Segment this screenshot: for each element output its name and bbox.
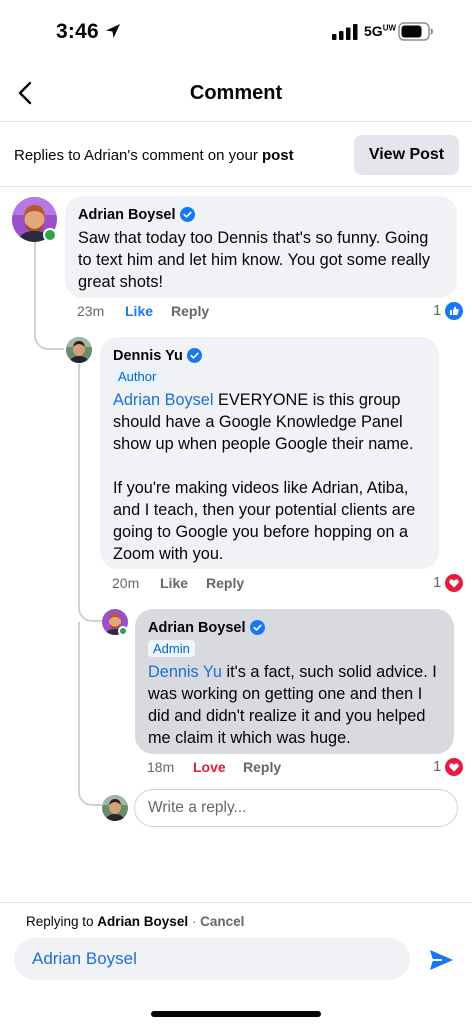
post-link[interactable]: post: [262, 147, 294, 164]
reply-composer: Replying to Adrian Boysel · Cancel Adria…: [0, 902, 472, 1024]
write-reply-input[interactable]: Write a reply...: [134, 789, 458, 827]
mention-link[interactable]: Adrian Boysel: [113, 391, 213, 409]
thread-line: [78, 364, 102, 622]
reaction-count[interactable]: 1: [433, 574, 441, 591]
author-badge: Author: [113, 368, 162, 385]
verified-badge-icon: [179, 207, 195, 223]
reply-button[interactable]: Reply: [171, 303, 209, 319]
comment-text: If you're making videos like Adrian, Ati…: [113, 479, 416, 563]
reaction-count[interactable]: 1: [433, 758, 441, 775]
comment-actions: 20m Like Reply: [112, 575, 412, 595]
comment-author[interactable]: Dennis Yu: [113, 348, 183, 364]
comment-author[interactable]: Adrian Boysel: [148, 620, 246, 636]
home-indicator: [151, 1011, 321, 1017]
comment-time: 20m: [112, 575, 140, 591]
replies-context-text: Replies to Adrian's comment on your post: [14, 147, 294, 164]
location-arrow-icon: [106, 24, 120, 38]
battery-icon: [398, 22, 433, 41]
comment-text: Adrian Boysel EVERYONE is this group sho…: [113, 391, 414, 453]
comment-bubble[interactable]: Adrian Boysel Saw that today too Dennis …: [65, 196, 457, 298]
thread-line: [34, 242, 64, 350]
comment-text: Saw that today too Dennis that's so funn…: [78, 229, 431, 291]
send-arrow-icon[interactable]: [428, 947, 454, 973]
love-button[interactable]: Love: [193, 759, 226, 775]
signal-bars-icon: [332, 24, 358, 40]
header: Comment: [0, 62, 472, 122]
avatar[interactable]: [66, 337, 92, 363]
comment-bubble[interactable]: Adrian Boysel Admin Dennis Yu it's a fac…: [135, 609, 454, 754]
online-status-dot: [43, 228, 57, 242]
view-post-button[interactable]: View Post: [354, 135, 459, 175]
replying-to-label: Replying to Adrian Boysel · Cancel: [26, 914, 245, 929]
comment-text: Dennis Yu it's a fact, such solid advice…: [148, 663, 437, 747]
status-time: 3:46: [56, 20, 99, 43]
thread-line: [78, 622, 102, 806]
reaction-count[interactable]: 1: [433, 302, 441, 319]
page-title: Comment: [189, 82, 283, 104]
comment-actions: 18m Love Reply: [147, 759, 427, 779]
network-label: 5GUW: [364, 23, 397, 39]
mention-link[interactable]: Dennis Yu: [148, 663, 222, 681]
comment-author[interactable]: Adrian Boysel: [78, 207, 176, 223]
online-status-dot: [118, 626, 128, 636]
comment-time: 23m: [77, 303, 105, 319]
composer-input[interactable]: Adrian Boysel: [14, 938, 410, 980]
comment-actions: 23m Like Reply: [77, 303, 467, 323]
admin-badge: Admin: [148, 640, 195, 657]
replies-bar: Replies to Adrian's comment on your post…: [0, 123, 472, 187]
current-user-avatar: [102, 795, 128, 821]
status-bar: 3:46 5GUW: [0, 0, 472, 62]
verified-badge-icon: [186, 348, 202, 364]
comment-time: 18m: [147, 759, 175, 775]
cancel-reply-button[interactable]: Cancel: [200, 914, 244, 929]
comment-bubble[interactable]: Dennis Yu Author Adrian Boysel EVERYONE …: [100, 337, 439, 569]
verified-badge-icon: [249, 620, 265, 636]
reply-button[interactable]: Reply: [206, 575, 244, 591]
like-button[interactable]: Like: [125, 303, 153, 319]
love-reaction-icon: [445, 758, 463, 776]
like-button[interactable]: Like: [160, 575, 188, 591]
like-reaction-icon: [445, 302, 463, 320]
love-reaction-icon: [445, 574, 463, 592]
reply-button[interactable]: Reply: [243, 759, 281, 775]
